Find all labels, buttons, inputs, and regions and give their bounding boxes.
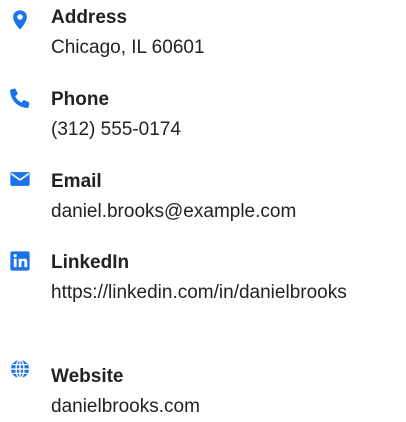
website-link[interactable]: danielbrooks.com	[51, 391, 397, 422]
phone-label: Phone	[51, 89, 110, 110]
linkedin-label: LinkedIn	[51, 252, 130, 273]
email-link[interactable]: daniel.brooks@example.com	[51, 196, 397, 227]
address-label: Address	[51, 7, 128, 28]
email-label: Email	[51, 171, 102, 192]
phone-link[interactable]: (312) 555-0174	[51, 114, 397, 145]
address-value: Chicago, IL 60601	[51, 37, 205, 58]
website-label: Website	[51, 366, 124, 387]
linkedin-link[interactable]: https://linkedin.com/in/danielbrooks	[51, 277, 397, 308]
globe-icon	[9, 358, 31, 380]
location-pin-icon	[9, 9, 31, 31]
phone-icon	[9, 87, 31, 109]
contact-list: Address Chicago, IL 60601 Phone (312) 55…	[0, 0, 406, 419]
linkedin-icon	[9, 250, 31, 272]
envelope-icon	[9, 168, 31, 190]
